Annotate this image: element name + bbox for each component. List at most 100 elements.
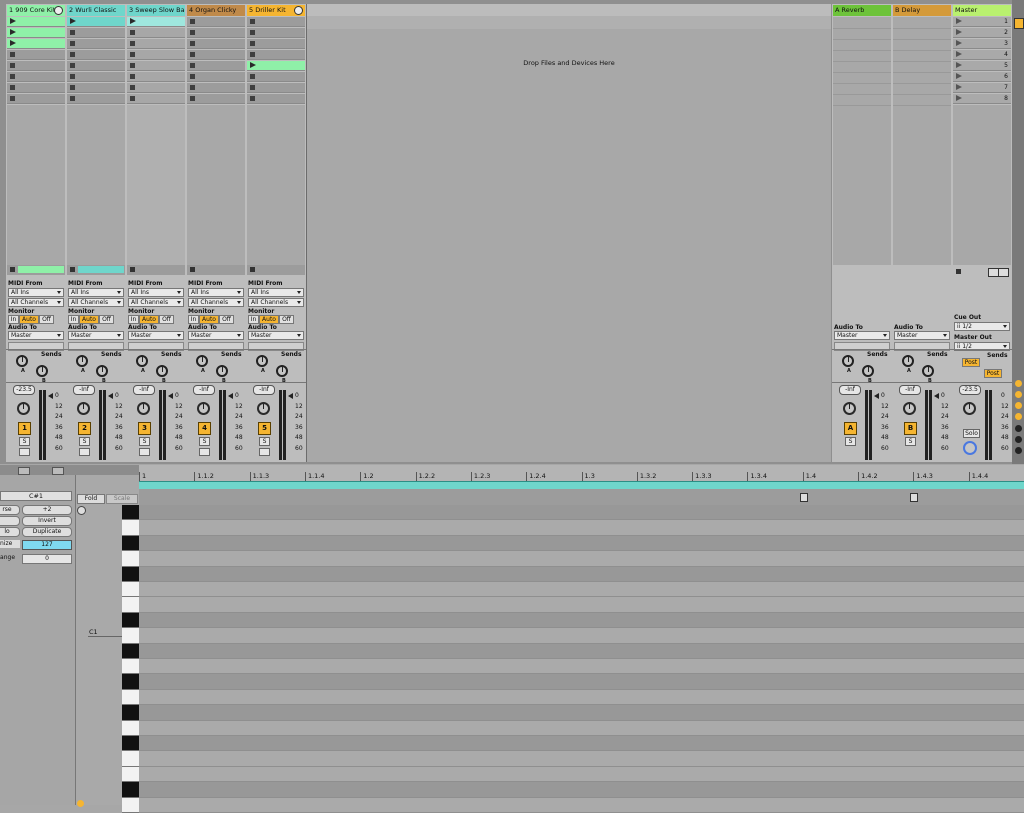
midi-channel-select[interactable]: All Channels <box>128 298 184 307</box>
white-key[interactable] <box>122 582 139 598</box>
master-pan-knob[interactable] <box>963 402 976 415</box>
track-title[interactable]: 2 Wurli Classic <box>67 5 125 16</box>
clip-slot[interactable] <box>7 28 65 38</box>
piano-roll-row[interactable] <box>139 566 1024 582</box>
audio-to-select[interactable]: Master <box>894 331 950 340</box>
clip-stop-icon[interactable] <box>250 30 255 35</box>
duplicate-button[interactable]: Duplicate <box>22 527 72 537</box>
clip-slot[interactable] <box>67 50 125 60</box>
arm-button-icon[interactable] <box>199 448 210 456</box>
clip-slot[interactable] <box>187 61 245 71</box>
clip-stop-icon[interactable] <box>250 85 255 90</box>
piano-roll-row[interactable] <box>139 689 1024 706</box>
clip-play-icon[interactable] <box>250 62 256 68</box>
clip-stop-icon[interactable] <box>70 85 75 90</box>
clip-stop-icon[interactable] <box>130 96 135 101</box>
white-key[interactable] <box>122 597 139 613</box>
piano-roll-row[interactable] <box>139 674 1024 690</box>
monitor-in-button[interactable]: In <box>128 315 139 324</box>
clip-slot[interactable] <box>187 39 245 49</box>
piano-roll-row[interactable] <box>139 736 1024 752</box>
piano-roll-row[interactable] <box>139 597 1024 613</box>
piano-roll-row[interactable] <box>139 705 1024 721</box>
clip-stop-icon[interactable] <box>130 30 135 35</box>
post-button[interactable]: Post <box>984 369 1002 378</box>
clip-stop-icon[interactable] <box>190 63 195 68</box>
clip-slot[interactable] <box>187 17 245 27</box>
arm-button-icon[interactable] <box>79 448 90 456</box>
clip-slot[interactable] <box>247 39 305 49</box>
invert-button[interactable]: Invert <box>22 516 72 526</box>
scene-slot[interactable]: 1 <box>953 17 1011 27</box>
delay-toggle-icon[interactable] <box>1015 436 1022 443</box>
audio-to-select[interactable]: Master <box>68 331 124 340</box>
solo-button[interactable]: S <box>259 437 270 446</box>
stop-clips-bar[interactable] <box>127 265 185 275</box>
white-key[interactable] <box>122 797 139 813</box>
monitor-auto-button[interactable]: Auto <box>199 315 219 324</box>
clip-slot[interactable] <box>67 17 125 27</box>
overview-pause-icon[interactable] <box>1014 18 1024 29</box>
track-menu-icon[interactable] <box>54 6 63 15</box>
clip-slot[interactable] <box>7 17 65 27</box>
audio-to-select[interactable]: Master <box>128 331 184 340</box>
scene-slot[interactable]: 3 <box>953 39 1011 49</box>
clip-slot[interactable] <box>67 39 125 49</box>
midi-channel-select[interactable]: All Channels <box>248 298 304 307</box>
piano-roll-row[interactable] <box>139 782 1024 798</box>
monitor-auto-button[interactable]: Auto <box>19 315 39 324</box>
clip-stop-icon[interactable] <box>70 74 75 79</box>
clip-slot[interactable] <box>187 28 245 38</box>
send-b-knob[interactable] <box>36 365 48 377</box>
send-b-knob[interactable] <box>276 365 288 377</box>
clip-slot[interactable] <box>7 72 65 82</box>
clip-stop-icon[interactable] <box>70 63 75 68</box>
clip-slot[interactable] <box>127 28 185 38</box>
clip-stop-icon[interactable] <box>70 30 75 35</box>
volume-display[interactable]: -23.5 <box>13 385 35 395</box>
clip-slot[interactable] <box>247 83 305 93</box>
solo-button[interactable]: S <box>905 437 916 446</box>
white-key[interactable] <box>122 659 139 675</box>
black-key[interactable] <box>122 705 139 721</box>
clip-stop-icon[interactable] <box>130 85 135 90</box>
drop-area[interactable]: Drop Files and Devices Here <box>307 4 831 462</box>
clip-slot[interactable] <box>7 50 65 60</box>
clip-slot[interactable] <box>127 72 185 82</box>
midi-from-select[interactable]: All Ins <box>8 288 64 297</box>
fader-handle-icon[interactable] <box>168 393 173 399</box>
send-b-knob[interactable] <box>156 365 168 377</box>
clip-stop-icon[interactable] <box>190 52 195 57</box>
piano-roll-row[interactable] <box>139 582 1024 598</box>
monitor-off-button[interactable]: Off <box>99 315 114 324</box>
monitor-off-button[interactable]: Off <box>159 315 174 324</box>
piano-roll-row[interactable] <box>139 551 1024 567</box>
solo-button[interactable]: S <box>79 437 90 446</box>
send-a-knob[interactable] <box>902 355 914 367</box>
pan-knob[interactable] <box>137 402 150 415</box>
empty-slot-area[interactable] <box>67 105 125 265</box>
clip-stop-icon[interactable] <box>10 52 15 57</box>
clip-stop-icon[interactable] <box>250 96 255 101</box>
track-stop-button-icon[interactable] <box>190 267 195 272</box>
midi-from-select[interactable]: All Ins <box>248 288 304 297</box>
white-key[interactable] <box>122 751 139 767</box>
track-title[interactable]: 5 Driller Kit <box>247 5 305 16</box>
black-key[interactable] <box>122 674 139 690</box>
track-stop-button-icon[interactable] <box>130 267 135 272</box>
clip-play-icon[interactable] <box>70 18 76 24</box>
audio-to-select[interactable]: Master <box>8 331 64 340</box>
solo-button[interactable]: S <box>139 437 150 446</box>
clip-stop-icon[interactable] <box>190 85 195 90</box>
clip-stop-icon[interactable] <box>250 19 255 24</box>
monitor-off-button[interactable]: Off <box>279 315 294 324</box>
envelope-toggle-icon[interactable] <box>52 467 64 475</box>
send-b-knob[interactable] <box>216 365 228 377</box>
white-key[interactable] <box>122 628 139 644</box>
clip-slot[interactable] <box>7 61 65 71</box>
mixer-toggle-icon[interactable] <box>1015 413 1022 420</box>
post-button[interactable]: Post <box>962 358 980 367</box>
audio-to-select[interactable]: Master <box>248 331 304 340</box>
piano-roll-row[interactable] <box>139 505 1024 521</box>
clip-slot[interactable] <box>127 39 185 49</box>
